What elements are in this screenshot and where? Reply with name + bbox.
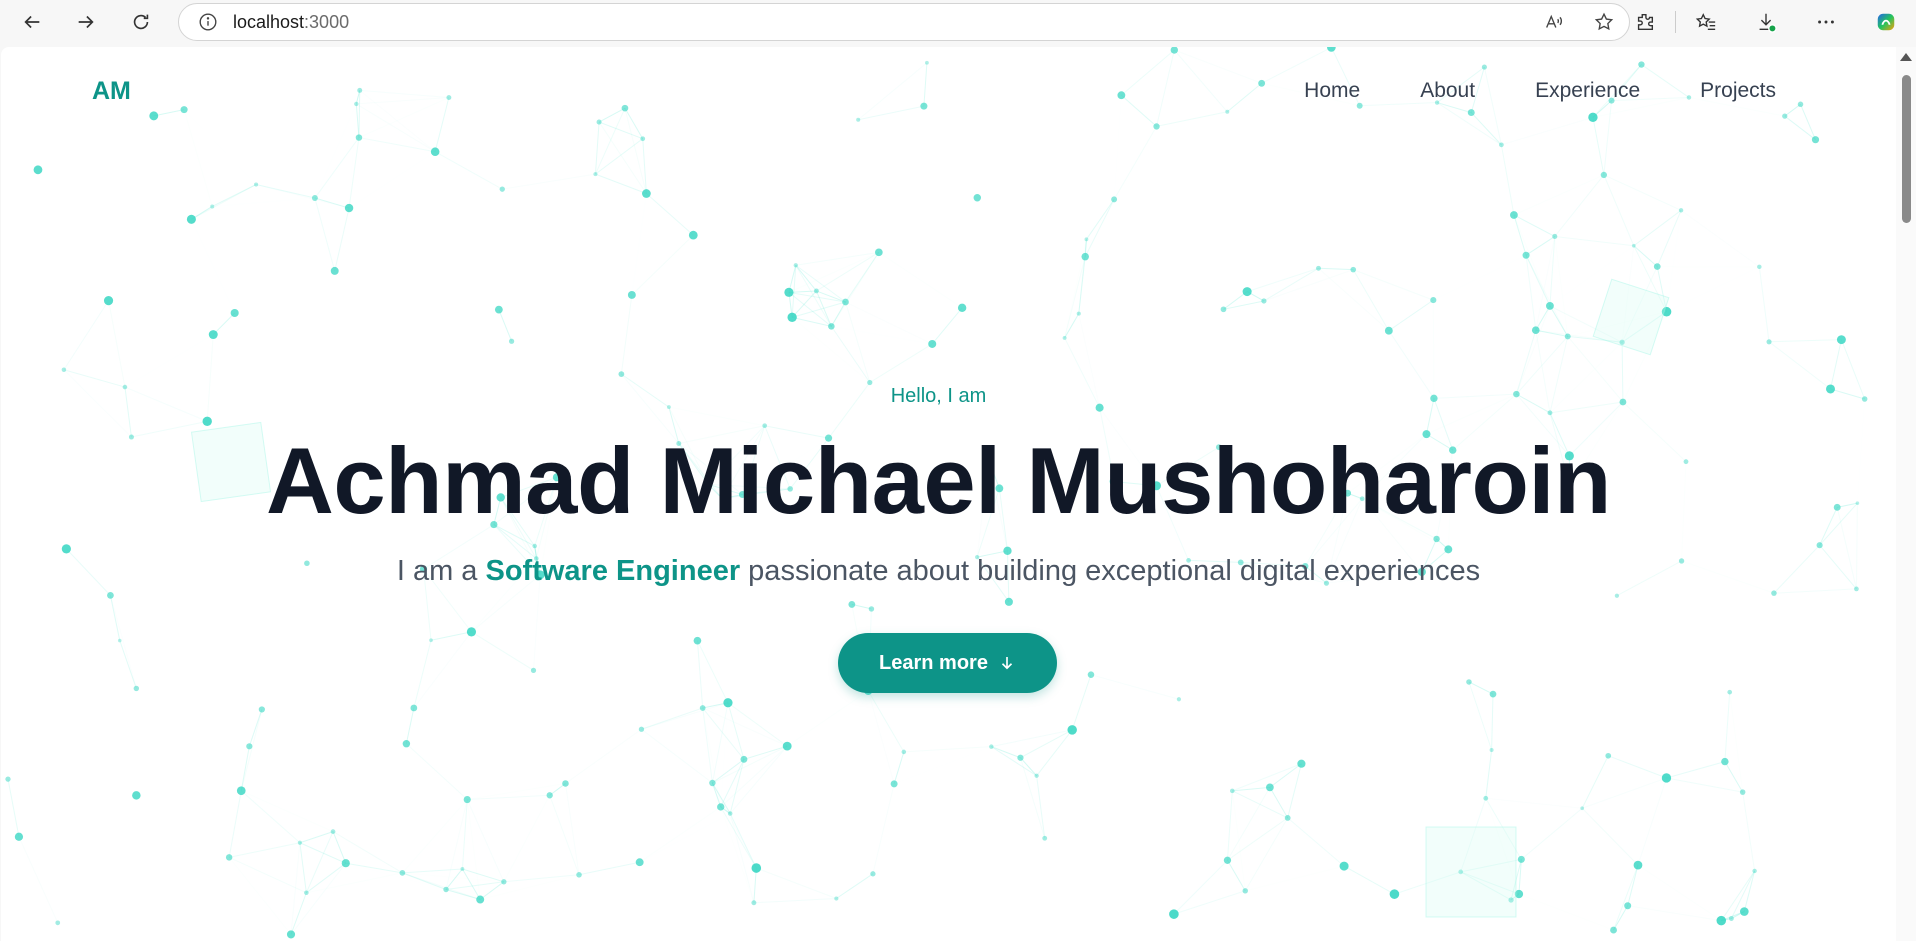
info-icon[interactable] — [197, 11, 219, 33]
hero-name: Achmad Michael Mushoharoin — [266, 428, 1611, 533]
favorites-button[interactable] — [1676, 0, 1736, 44]
extensions-icon — [1637, 13, 1654, 31]
forward-icon — [78, 15, 94, 29]
downloads-button[interactable] — [1736, 0, 1796, 44]
nav-home[interactable]: Home — [1304, 79, 1360, 103]
site-logo[interactable]: AM — [92, 77, 131, 106]
url-port: :3000 — [304, 11, 350, 32]
url-text[interactable]: localhost:3000 — [233, 12, 349, 33]
back-button[interactable] — [12, 2, 52, 42]
favorites-icon — [1695, 13, 1716, 31]
extensions-button[interactable] — [1615, 0, 1675, 44]
favorite-star-icon[interactable] — [1593, 11, 1615, 33]
tagline-suffix: passionate about building exceptional di… — [740, 555, 1481, 587]
forward-button[interactable] — [66, 2, 106, 42]
scrollbar-thumb[interactable] — [1902, 75, 1911, 223]
refresh-button[interactable] — [121, 2, 161, 42]
page-scrollbar[interactable] — [1896, 47, 1916, 941]
more-button[interactable] — [1796, 0, 1856, 44]
downloads-icon — [1759, 13, 1777, 33]
nav-about[interactable]: About — [1420, 79, 1475, 103]
learn-more-button[interactable]: Learn more — [838, 633, 1057, 693]
back-icon — [24, 15, 40, 29]
hero-greeting: Hello, I am — [890, 385, 987, 407]
nav-experience[interactable]: Experience — [1535, 79, 1640, 103]
url-host: localhost — [233, 11, 305, 32]
read-aloud-icon[interactable] — [1543, 11, 1565, 33]
site-navbar: AM Home About Experience Projects — [1, 47, 1876, 137]
tagline-prefix: I am a — [396, 555, 486, 587]
address-bar[interactable]: localhost:3000 — [178, 3, 1630, 41]
more-icon — [1818, 20, 1834, 24]
tagline-role: Software Engineer — [485, 555, 741, 587]
refresh-icon — [133, 14, 149, 30]
hero-tagline: I am a Software Engineer passionate abou… — [1, 555, 1876, 588]
browser-toolbar: localhost:3000 — [0, 0, 1916, 44]
copilot-button[interactable] — [1856, 0, 1916, 44]
arrow-down-icon — [1001, 657, 1013, 670]
learn-more-label: Learn more — [879, 651, 988, 674]
copilot-icon — [1877, 13, 1895, 31]
scroll-up-arrow-icon[interactable] — [1900, 53, 1912, 61]
nav-projects[interactable]: Projects — [1700, 79, 1776, 103]
nav-links: Home About Experience Projects — [1304, 79, 1776, 103]
page-viewport: AM Home About Experience Projects Hello,… — [1, 47, 1896, 941]
